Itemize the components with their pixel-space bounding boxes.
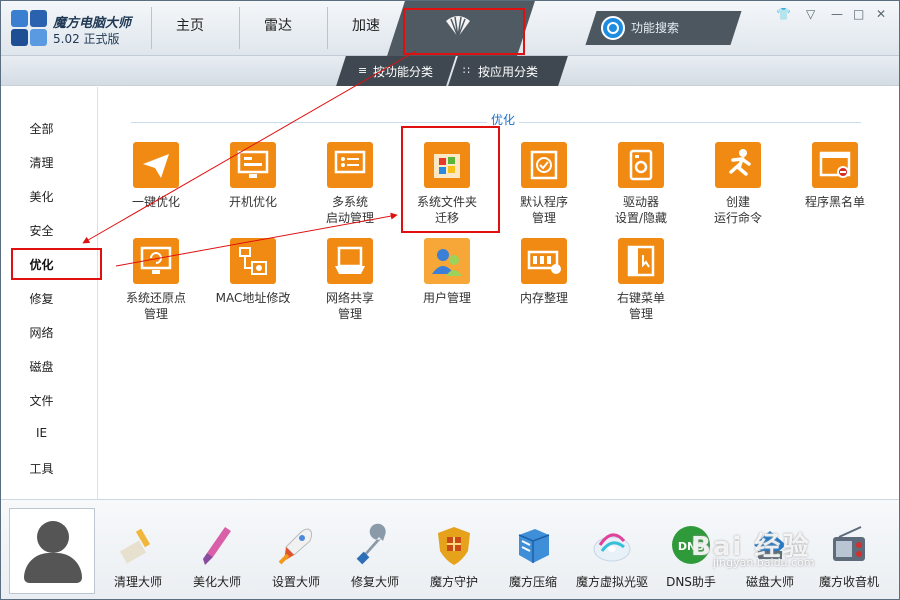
app-window: 魔方电脑大师 5.02 正式版 主页 雷达 加速 功能搜索 👕 ▽ — □ ✕ … xyxy=(0,0,900,600)
arrow-sidebar-to-tile xyxy=(115,212,398,267)
annotation-arrows xyxy=(82,50,417,267)
arrow-tab-to-sidebar xyxy=(82,50,417,244)
